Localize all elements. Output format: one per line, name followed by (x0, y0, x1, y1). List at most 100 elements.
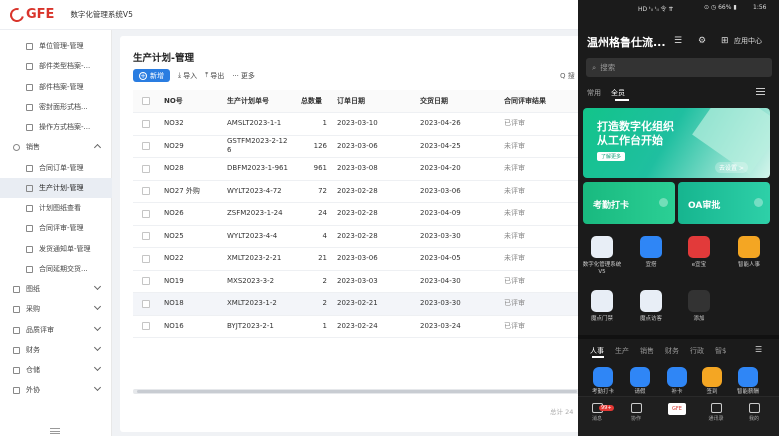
nav-item[interactable]: 通讯录 (702, 403, 730, 422)
tab-common[interactable]: 常用 (587, 88, 601, 98)
row-checkbox[interactable] (142, 119, 150, 128)
more-button[interactable]: ··· 更多 (232, 71, 255, 81)
table-row[interactable]: NO16 BYJT2023-2-1 1 2023-02-24 2023-03-24 已评审 (133, 316, 590, 338)
select-all-checkbox[interactable] (142, 97, 150, 105)
col-header-delivery-date[interactable]: 交货日期 (420, 97, 448, 106)
sidebar-group-warehouse[interactable]: 仓储 (0, 360, 112, 380)
category-tab[interactable]: 生产 (615, 346, 629, 356)
row-checkbox[interactable] (142, 232, 150, 241)
sidebar-item-seal-face[interactable]: 密封面形式档... (0, 97, 112, 117)
import-button[interactable]: ⤓ 导入 (178, 71, 197, 81)
nav-item[interactable]: 协作 (622, 403, 650, 422)
promo-banner[interactable]: 打造数字化组织 从工作台开始 了解更多 去设置 > (583, 108, 770, 178)
cell-no: NO27 外购 (164, 186, 200, 195)
app-4-icon[interactable] (738, 236, 760, 258)
menu-icon[interactable] (756, 88, 765, 95)
quick-app-icon[interactable] (630, 367, 650, 387)
quick-app-icon[interactable] (738, 367, 758, 387)
row-checkbox[interactable] (142, 164, 150, 173)
sidebar-item-contract-delay[interactable]: 合同延期交货... (0, 259, 112, 279)
attendance-card[interactable]: 考勤打卡 (583, 182, 675, 224)
sidebar-item-label: 生产计划-管理 (39, 184, 84, 192)
sidebar-item-production-plan[interactable]: 生产计划-管理 (0, 178, 112, 198)
sidebar-group-sales[interactable]: 销售 (0, 137, 112, 157)
col-header-qty[interactable]: 总数量 (301, 97, 322, 106)
sidebar-item-part[interactable]: 部件档案-管理 (0, 77, 112, 97)
nav-item[interactable]: 消息 99+ (583, 403, 614, 422)
table-row[interactable]: NO27 外购 WYLT2023-4-72 72 2023-02-28 2023-03-… (133, 181, 590, 203)
gear-icon[interactable]: ⚙ (698, 36, 706, 46)
collapse-menu-icon[interactable] (50, 428, 60, 434)
row-checkbox[interactable] (142, 142, 150, 151)
sidebar-group-outsourcing[interactable]: 外协 (0, 380, 112, 400)
sidebar-item-operation[interactable]: 操作方式档案-... (0, 117, 112, 137)
sidebar-item-plan-drawing[interactable]: 计划图纸查看 (0, 198, 112, 218)
tab-all-staff[interactable]: 全员 (611, 88, 625, 98)
app-center-link[interactable]: 应用中心 (734, 36, 762, 46)
logo[interactable]: GFE (7, 4, 54, 25)
app-5-icon[interactable] (591, 290, 613, 312)
sidebar-group-quality[interactable]: 品质评审 (0, 320, 112, 340)
switch-org-icon[interactable]: ☰ (674, 36, 682, 46)
nav-item[interactable]: 我的 (740, 403, 768, 422)
col-header-review[interactable]: 合同评审结果 (504, 97, 546, 106)
app-7-icon[interactable] (688, 290, 710, 312)
category-tab[interactable]: 人事 (590, 346, 604, 356)
table-row[interactable]: NO19 MXS2023-3-2 2 2023-03-03 2023-04-30 已评审 (133, 271, 590, 293)
sidebar-item-unit[interactable]: 单位管理-管理 (0, 36, 112, 56)
sidebar-item-contract-review[interactable]: 合同评审-管理 (0, 218, 112, 238)
sidebar-group-finance[interactable]: 财务 (0, 340, 112, 360)
table-row[interactable]: NO29 GSTFM2023-2-126 126 2023-03-06 2023-04-… (133, 136, 590, 158)
banner-line2: 从工作台开始 (597, 134, 663, 147)
col-header-plan[interactable]: 生产计划单号 (227, 97, 269, 106)
row-checkbox[interactable] (142, 299, 150, 308)
app-grid-icon[interactable]: ⊞ (721, 36, 729, 46)
quick-app-icon[interactable] (667, 367, 687, 387)
quick-app-icon[interactable] (593, 367, 613, 387)
phone-search-input[interactable]: ⌕ 搜索 (586, 58, 772, 77)
new-button[interactable]: + 新增 (133, 69, 170, 82)
app-2-icon[interactable] (640, 236, 662, 258)
sidebar-item-contract-order[interactable]: 合同订单-管理 (0, 158, 112, 178)
banner-learn-more-button[interactable]: 了解更多 (597, 152, 626, 161)
org-title[interactable]: 温州格鲁仕流... (587, 34, 666, 50)
nav-item[interactable]: GFE (663, 403, 691, 417)
category-tab[interactable]: 智$ (715, 346, 726, 356)
banner-setup-link[interactable]: 去设置 > (715, 162, 748, 173)
table-row[interactable]: NO25 WYLT2023-4-4 4 2023-02-28 2023-03-30 未评审 (133, 226, 590, 248)
scrollbar-thumb[interactable] (137, 390, 577, 393)
table-row[interactable]: NO26 ZSFM2023-1-24 24 2023-02-28 2023-04-09 未… (133, 203, 590, 226)
oa-approval-card[interactable]: OA审批 (678, 182, 770, 224)
quick-app-icon[interactable] (702, 367, 722, 387)
category-menu-icon[interactable]: ☰ (755, 345, 762, 354)
app-1-icon[interactable] (591, 236, 613, 258)
search-input[interactable]: Q 搜 (560, 71, 575, 81)
row-checkbox[interactable] (142, 277, 150, 286)
doc-icon (26, 42, 33, 50)
category-tab[interactable]: 销售 (640, 346, 654, 356)
category-tab[interactable]: 财务 (665, 346, 679, 356)
category-tab[interactable]: 行政 (690, 346, 704, 356)
col-header-no[interactable]: NO号 (164, 97, 183, 106)
cell-order-date: 2023-03-06 (337, 141, 378, 150)
row-checkbox[interactable] (142, 254, 150, 263)
sidebar-group-purchase[interactable]: 采购 (0, 299, 112, 319)
export-button[interactable]: ⤒ 导出 (205, 71, 224, 81)
table-row[interactable]: NO18 XMLT2023-1-2 2 2023-02-21 2023-03-30 已评审 (133, 293, 590, 316)
row-checkbox[interactable] (142, 209, 150, 218)
cell-no: NO18 (164, 299, 184, 308)
row-checkbox[interactable] (142, 322, 150, 331)
col-header-order-date[interactable]: 订单日期 (337, 97, 365, 106)
sidebar-item-part-type[interactable]: 部件类型档案-... (0, 56, 112, 76)
table-row[interactable]: NO28 DBFM2023-1-961 961 2023-03-08 2023-04-2… (133, 158, 590, 181)
sidebar-item-shipping-notice[interactable]: 发货通知单-管理 (0, 239, 112, 259)
horizontal-scrollbar[interactable] (133, 389, 590, 394)
table-row[interactable]: NO32 AMSLT2023-1-1 1 2023-03-10 2023-04-26 已评… (133, 113, 590, 136)
sidebar-group-drawings[interactable]: 图纸 (0, 279, 112, 299)
app-3-icon[interactable] (688, 236, 710, 258)
chevron-up-icon (93, 143, 102, 152)
row-checkbox[interactable] (142, 187, 150, 196)
app-6-icon[interactable] (640, 290, 662, 312)
sidebar-item-label: 部件档案-管理 (39, 83, 84, 91)
table-row[interactable]: NO22 XMLT2023-2-21 21 2023-03-06 2023-04-05 未… (133, 248, 590, 271)
